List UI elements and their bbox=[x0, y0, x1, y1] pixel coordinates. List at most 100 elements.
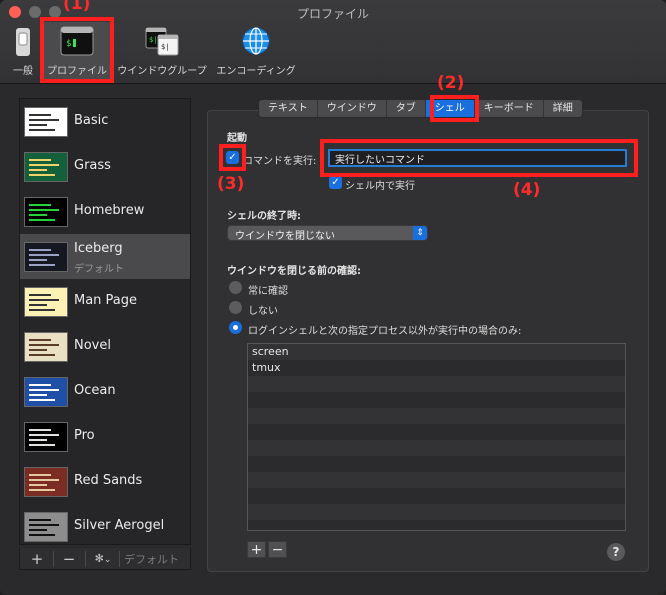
add-profile-button[interactable]: + bbox=[24, 550, 50, 568]
tab-0[interactable]: テキスト bbox=[259, 100, 318, 117]
svg-text:$: $ bbox=[66, 39, 71, 49]
remove-profile-button[interactable]: − bbox=[56, 550, 82, 568]
thumbnail-line bbox=[29, 524, 59, 526]
updown-chevron-icon: ⇕ bbox=[413, 226, 427, 240]
switch-icon bbox=[16, 28, 30, 56]
thumbnail-line bbox=[29, 529, 47, 531]
thumbnail-line bbox=[29, 169, 47, 171]
thumbnail-line bbox=[29, 249, 51, 251]
profile-name: Pro bbox=[74, 428, 95, 443]
thumbnail-line bbox=[29, 434, 59, 436]
tab-5[interactable]: 詳細 bbox=[544, 100, 582, 117]
radio-always[interactable] bbox=[229, 281, 242, 294]
toolbar-encoding[interactable]: エンコーディング bbox=[212, 22, 300, 80]
window-title: プロファイル bbox=[296, 7, 369, 21]
table-row bbox=[248, 424, 625, 440]
thumbnail-line bbox=[29, 159, 51, 161]
set-default-button[interactable]: デフォルト bbox=[124, 551, 179, 567]
profile-thumbnail bbox=[24, 107, 68, 137]
terminal-icon: $ bbox=[60, 26, 94, 56]
profile-row[interactable]: Grass bbox=[20, 144, 190, 189]
thumbnail-line bbox=[29, 474, 51, 476]
profile-name: Red Sands bbox=[74, 473, 143, 488]
process-table[interactable]: screen tmux bbox=[247, 343, 626, 531]
toolbar-profiles[interactable]: $ プロファイル bbox=[42, 22, 112, 80]
thumbnail-line bbox=[29, 444, 55, 446]
thumbnail-line bbox=[29, 489, 55, 491]
svg-text:$|: $| bbox=[149, 36, 157, 44]
toolbar-encoding-label: エンコーディング bbox=[216, 66, 296, 77]
profile-row[interactable]: Man Page bbox=[20, 279, 190, 324]
table-row bbox=[248, 392, 625, 408]
toolbar-profiles-label: プロファイル bbox=[47, 66, 107, 77]
profile-list[interactable]: Basic Grass Homebrew Iceberg デフォルト Man Page No… bbox=[19, 98, 191, 545]
radio-always-label: 常に確認 bbox=[248, 286, 288, 297]
table-row[interactable]: tmux bbox=[248, 360, 625, 376]
thumbnail-line bbox=[29, 219, 55, 221]
thumbnail-line bbox=[29, 534, 55, 536]
tab-3[interactable]: シェル bbox=[425, 100, 475, 117]
svg-text:$|: $| bbox=[161, 43, 169, 51]
radio-never-label: しない bbox=[248, 306, 278, 317]
toolbar-window-groups[interactable]: $| $| ウインドウグループ bbox=[114, 22, 210, 80]
profile-thumbnail bbox=[24, 512, 68, 542]
table-row bbox=[248, 488, 625, 504]
thumbnail-line bbox=[29, 349, 47, 351]
thumbnail-line bbox=[29, 204, 51, 206]
thumbnail-line bbox=[29, 304, 47, 306]
remove-process-button[interactable]: − bbox=[268, 541, 287, 558]
add-process-button[interactable]: + bbox=[247, 541, 266, 558]
tab-2[interactable]: タブ bbox=[387, 100, 426, 117]
thumbnail-line bbox=[29, 354, 55, 356]
profile-thumbnail bbox=[24, 467, 68, 497]
thumbnail-line bbox=[29, 174, 55, 176]
thumbnail-line bbox=[29, 254, 59, 256]
profile-name: Man Page bbox=[74, 293, 138, 308]
table-row bbox=[248, 504, 625, 520]
footer-separator bbox=[119, 551, 120, 567]
run-command-checkbox[interactable]: ✓ bbox=[226, 151, 239, 164]
annotation-label-1: (1) bbox=[63, 0, 91, 14]
toolbar-general-label: 一般 bbox=[13, 66, 33, 77]
chevron-down-icon: ⌄ bbox=[103, 555, 112, 565]
gear-icon: ✻ bbox=[94, 552, 104, 565]
profile-row[interactable]: Ocean bbox=[20, 369, 190, 414]
thumbnail-line bbox=[29, 259, 47, 261]
profile-thumbnail bbox=[24, 422, 68, 452]
table-row bbox=[248, 456, 625, 472]
help-button[interactable]: ? bbox=[607, 543, 625, 561]
thumbnail-line bbox=[29, 124, 47, 126]
profile-row[interactable]: Pro bbox=[20, 414, 190, 459]
profile-row[interactable]: Silver Aerogel bbox=[20, 504, 190, 544]
radio-never[interactable] bbox=[229, 301, 242, 314]
thumbnail-line bbox=[29, 119, 59, 121]
annotation-label-2: (2) bbox=[437, 73, 465, 93]
toolbar-general[interactable]: 一般 bbox=[6, 22, 40, 80]
profile-row[interactable]: Basic bbox=[20, 99, 190, 144]
profile-row[interactable]: Homebrew bbox=[20, 189, 190, 234]
profile-name: Basic bbox=[74, 113, 109, 128]
profile-row[interactable]: Novel bbox=[20, 324, 190, 369]
footer-separator bbox=[85, 551, 86, 567]
titlebar: プロファイル 一般 $ プロファイル $| $| ウインドウグループ エンコーデ… bbox=[0, 0, 666, 84]
confirm-heading: ウインドウを閉じる前の確認: bbox=[227, 266, 361, 277]
radio-only-if[interactable] bbox=[229, 321, 242, 334]
thumbnail-line bbox=[29, 294, 51, 296]
table-row[interactable]: screen bbox=[248, 344, 625, 360]
annotation-label-4: (4) bbox=[513, 180, 541, 200]
profile-thumbnail bbox=[24, 242, 68, 272]
tab-1[interactable]: ウインドウ bbox=[318, 100, 387, 117]
run-inside-shell-checkbox[interactable]: ✓ bbox=[329, 176, 342, 189]
profile-row[interactable]: Red Sands bbox=[20, 459, 190, 504]
thumbnail-line bbox=[29, 299, 59, 301]
profiles-window: プロファイル 一般 $ プロファイル $| $| ウインドウグループ エンコーデ… bbox=[0, 0, 666, 595]
settings-tabs: テキスト ウインドウ タブ シェル キーボード 詳細 bbox=[258, 99, 583, 118]
profile-row[interactable]: Iceberg デフォルト bbox=[20, 234, 190, 279]
tab-4[interactable]: キーボード bbox=[475, 100, 544, 117]
thumbnail-line bbox=[29, 164, 59, 166]
on-exit-select[interactable]: ウインドウを閉じない ⇕ bbox=[227, 225, 428, 242]
command-input[interactable] bbox=[328, 149, 627, 167]
thumbnail-line bbox=[29, 399, 55, 401]
globe-icon bbox=[242, 27, 270, 55]
gear-menu-button[interactable]: ✻⌄ bbox=[88, 550, 118, 568]
